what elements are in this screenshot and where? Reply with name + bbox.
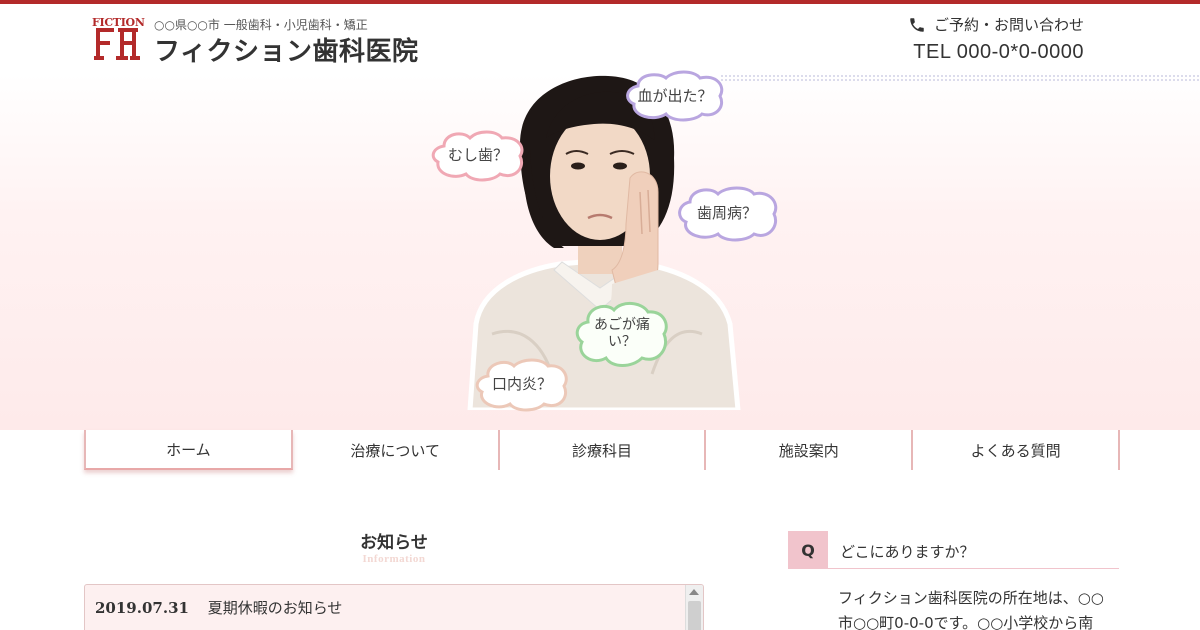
news-date: 2019.07.31 xyxy=(95,599,189,617)
speech-bubble: 口内炎？ xyxy=(474,356,570,412)
news-title: 夏期休暇のお知らせ xyxy=(207,599,343,617)
nav-item-home[interactable]: ホーム xyxy=(84,430,293,470)
speech-bubble: あごが痛い？ xyxy=(574,300,670,368)
faq-question: どこにありますか？ xyxy=(840,543,975,561)
news-subheading: Information xyxy=(362,553,426,565)
speech-bubble: 歯周病？ xyxy=(674,184,780,242)
site-logo[interactable]: FICTION ○○県○○市 一般歯科・小児歯科・矯正 フィクション歯科医院 xyxy=(92,16,472,67)
faq-question-badge: Q xyxy=(788,531,828,569)
speech-bubble: むし歯？ xyxy=(430,128,526,182)
main-nav: ホーム 治療について 診療科目 施設案内 よくある質問 xyxy=(84,430,1120,470)
hero-dot-pattern xyxy=(720,74,1200,82)
nav-item-departments[interactable]: 診療科目 xyxy=(500,430,707,470)
logo-monogram-icon xyxy=(94,28,140,60)
scroll-thumb[interactable] xyxy=(688,601,701,630)
hero-banner: 血が出た？ むし歯？ 歯周病？ あごが痛い？ 口内炎？ xyxy=(0,70,1200,430)
nav-item-facility[interactable]: 施設案内 xyxy=(706,430,914,470)
news-item[interactable]: 2019.07.31 夏期休暇のお知らせ xyxy=(95,597,342,618)
speech-bubble: 血が出た？ xyxy=(622,70,728,122)
faq-divider xyxy=(828,568,1119,569)
phone-icon xyxy=(910,17,924,32)
contact-info: ご予約・お問い合わせ TEL 000-0*0-0000 xyxy=(824,14,1084,64)
clinic-name: フィクション歯科医院 xyxy=(154,37,419,67)
news-list[interactable]: 2019.07.31 夏期休暇のお知らせ xyxy=(84,584,704,630)
nav-item-faq[interactable]: よくある質問 xyxy=(913,430,1120,470)
news-scrollbar[interactable] xyxy=(685,585,703,630)
nav-item-treatment[interactable]: 治療について xyxy=(293,430,500,470)
contact-label: ご予約・お問い合わせ xyxy=(933,16,1084,34)
phone-number[interactable]: TEL 000-0*0-0000 xyxy=(824,41,1084,64)
faq-answer: フィクション歯科医院の所在地は、○○市○○町0-0-0です。○○小学校から南 xyxy=(838,589,1104,630)
scroll-up-arrow-icon[interactable] xyxy=(689,589,699,595)
logo-mark: FICTION xyxy=(92,16,145,64)
top-accent-bar xyxy=(0,0,1200,4)
news-heading: お知らせ xyxy=(360,533,428,553)
